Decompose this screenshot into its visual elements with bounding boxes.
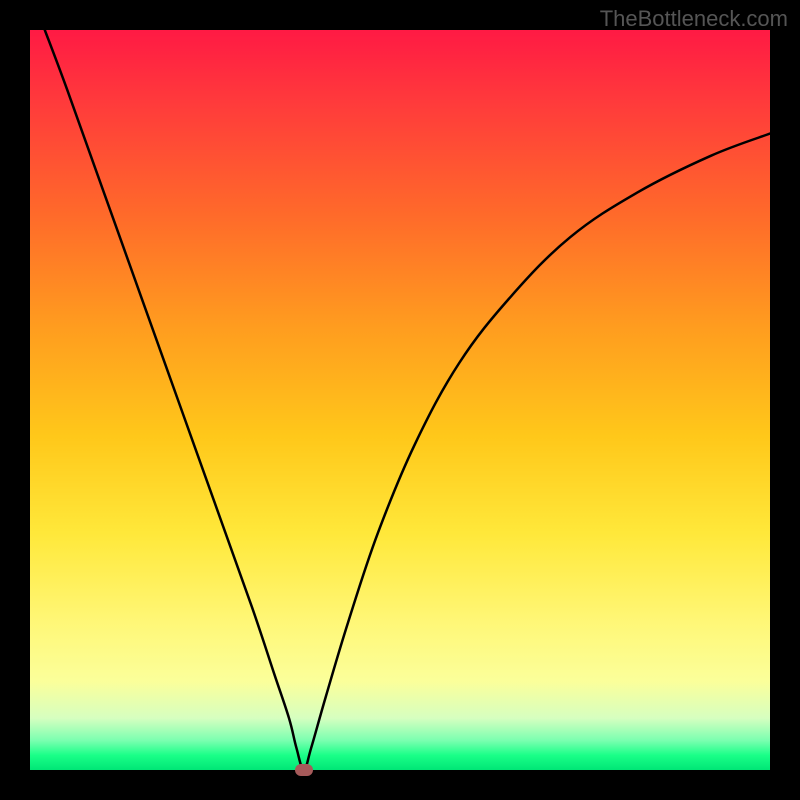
chart-plot-area bbox=[30, 30, 770, 770]
watermark-text: TheBottleneck.com bbox=[600, 6, 788, 32]
minimum-marker bbox=[295, 764, 313, 776]
bottleneck-curve bbox=[30, 30, 770, 770]
